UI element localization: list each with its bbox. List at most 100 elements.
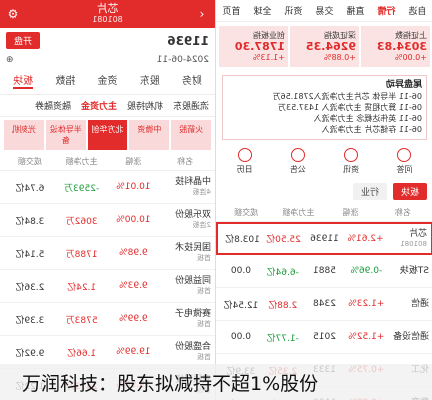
subtab-4[interactable]: 融资融券 xyxy=(35,99,71,112)
col-amt[interactable]: 成交额 xyxy=(220,207,272,218)
concept-cards: 火箭股 中微资 北方华创 半导体设备 光刻机 xyxy=(0,117,215,153)
calendar-icon xyxy=(237,148,252,162)
date-bar: 2024-06-11 ⊕ xyxy=(0,53,215,67)
nav-market[interactable]: 行情 xyxy=(378,4,396,17)
table-row[interactable]: 赛微电子 首板 9.99% 5783万 3.39亿 xyxy=(0,303,215,336)
pct-cell: -0.96% xyxy=(350,266,383,276)
open-badge[interactable]: 开盘 xyxy=(6,32,41,49)
sector-row-name: 芯片 xyxy=(408,228,427,239)
net-cell: 1.66亿 xyxy=(67,348,97,359)
index-card[interactable]: 上证指数 3034.83 +0.00% xyxy=(361,26,430,67)
concept-card[interactable]: 北方华创 xyxy=(87,120,128,150)
ticker-number: 11936 xyxy=(167,33,209,48)
subtab-1[interactable]: 流通股东 xyxy=(173,99,209,112)
stock-row-name: 国民技术 xyxy=(174,243,211,253)
nav-global[interactable]: 全球 xyxy=(254,4,272,17)
concept-card[interactable]: 中微资 xyxy=(129,120,170,150)
tab-funds[interactable]: 资金 xyxy=(98,72,118,89)
pct-cell: +1.52% xyxy=(348,332,385,342)
stock-header-bar: ‹ 芯片 801081 ⚙ xyxy=(0,0,215,28)
top-nav: 自选 行情 直播 交易 资讯 全球 首页 xyxy=(216,0,432,22)
amount-cell: 9.92亿 xyxy=(15,348,45,359)
news-icon xyxy=(344,148,359,162)
stock-row-tag: 2连板 xyxy=(192,221,211,229)
table-row[interactable]: 中晶科技 4连板 10.01% -2593万 6.74亿 xyxy=(0,171,215,204)
table-row[interactable]: 国民技术 首板 9.98% 1788万 5.14亿 xyxy=(0,237,215,270)
tab-index[interactable]: 指数 xyxy=(55,72,75,89)
amount-cell: 6.74亿 xyxy=(15,183,45,194)
plus-icon[interactable]: ⊕ xyxy=(6,55,14,65)
nav-trade[interactable]: 交易 xyxy=(316,4,334,17)
shortcut-notice[interactable]: 公告 xyxy=(290,148,306,175)
volume-cell: 2015 xyxy=(313,332,336,342)
shortcut-label: 公告 xyxy=(289,165,306,174)
table-row[interactable]: 通信设备 +1.52% 2015 -1.77亿 0.00 xyxy=(216,321,432,354)
col-pct[interactable]: 涨幅 xyxy=(108,156,160,167)
sector-button[interactable]: 板块 xyxy=(392,183,427,200)
news-box[interactable]: 尾盘异动 06-11 半导体 芯片主力净流入2781.56万 06-11 算力租… xyxy=(222,75,427,140)
index-change: +1.13% xyxy=(252,53,285,62)
sub-tabs: 流通股东 机构持股 主力资金 融资融券 xyxy=(0,95,215,117)
nav-watchlist[interactable]: 自选 xyxy=(409,4,427,17)
shortcut-calendar[interactable]: 日历 xyxy=(237,148,253,175)
index-card[interactable]: 创业板指 1787.30 +1.13% xyxy=(219,26,288,67)
tab-holders[interactable]: 股东 xyxy=(140,72,160,89)
net-cell: 1.24亿 xyxy=(67,282,97,293)
index-value: 3034.83 xyxy=(376,40,427,53)
table-row[interactable]: 双乐股份 2连板 10.00% 3062万 3.84亿 xyxy=(0,204,215,237)
pct-cell: 9.98% xyxy=(119,248,148,258)
concept-card[interactable]: 半导体设备 xyxy=(45,120,86,150)
concept-card[interactable]: 光刻机 xyxy=(4,120,44,150)
news-item: 06-11 英伟达概念 主力净流入 xyxy=(313,114,422,123)
table-row[interactable]: 芯片 801081 +2.61% 11936 25.50亿 103.8亿 xyxy=(216,222,432,255)
stock-row-tag: 首板 xyxy=(197,320,211,328)
net-cell: -6.64亿 xyxy=(266,267,299,278)
nav-live[interactable]: 直播 xyxy=(347,4,365,17)
back-arrow-icon[interactable]: ‹ xyxy=(195,7,209,21)
amount-cell: 3.39亿 xyxy=(15,315,45,326)
col-amt[interactable]: 成交额 xyxy=(4,156,56,167)
table-row[interactable]: ST板块 -0.96% 5881 -6.64亿 0.00 xyxy=(216,255,432,288)
subtab-2[interactable]: 机构持股 xyxy=(127,99,163,112)
index-name: 上证指数 xyxy=(395,31,427,40)
pct-cell: 10.01% xyxy=(116,182,151,192)
index-value: 9264.35 xyxy=(305,40,356,53)
nav-news[interactable]: 资讯 xyxy=(285,4,303,17)
index-name: 创业板指 xyxy=(253,31,285,40)
table-header: 名称 涨幅 主力净额 成交额 xyxy=(0,153,215,171)
gear-icon[interactable]: ⚙ xyxy=(6,7,20,21)
nav-home[interactable]: 首页 xyxy=(223,4,241,17)
amount-cell: 103.8亿 xyxy=(225,235,260,245)
subtab-3[interactable]: 主力资金 xyxy=(81,99,117,112)
sector-row-name: 通信 xyxy=(410,299,429,309)
pct-cell: 19.99% xyxy=(116,347,151,357)
stock-row-tag: 首板 xyxy=(197,353,211,361)
concept-card[interactable]: 火箭股 xyxy=(171,120,211,150)
shortcut-qa[interactable]: 问答 xyxy=(396,148,412,175)
tab-finance[interactable]: 财务 xyxy=(182,72,202,89)
table-row[interactable]: 通信 +1.23% 2348 2.88亿 12.54亿 xyxy=(216,288,432,321)
market-panel: 自选 行情 直播 交易 资讯 全球 首页 上证指数 3034.83 +0.00%… xyxy=(215,0,432,400)
stock-title: 芯片 801081 xyxy=(92,2,123,25)
col-name[interactable]: 名称 xyxy=(159,156,211,167)
stock-row-tag: 首板 xyxy=(197,254,211,262)
col-net[interactable]: 主力净额 xyxy=(56,156,108,167)
sector-name-cell: ST板块 xyxy=(387,266,429,276)
sector-name-cell: 通信设备 xyxy=(387,332,429,342)
volume-cell: 11936 xyxy=(310,233,339,244)
pct-cell: 10.00% xyxy=(116,215,151,225)
col-pct[interactable]: 涨幅 xyxy=(325,207,377,218)
table-row[interactable]: 同益股份 首板 9.93% 1.24亿 2.36亿 xyxy=(0,270,215,303)
amount-cell: 5.14亿 xyxy=(15,249,45,260)
col-net[interactable]: 主力净额 xyxy=(272,207,324,218)
shortcut-news[interactable]: 资讯 xyxy=(343,148,359,175)
pct-cell: +2.61% xyxy=(347,233,384,244)
amount-cell: 3.84亿 xyxy=(15,216,45,227)
index-name: 深证成指 xyxy=(324,31,356,40)
net-cell: 5783万 xyxy=(65,315,98,326)
col-name[interactable]: 名称 xyxy=(377,207,429,218)
industry-button[interactable]: 行业 xyxy=(352,183,387,200)
index-card[interactable]: 深证成指 9264.35 +0.88% xyxy=(290,26,359,67)
tab-sector[interactable]: 板块 xyxy=(13,72,34,89)
sector-row-name: ST板块 xyxy=(399,266,429,276)
